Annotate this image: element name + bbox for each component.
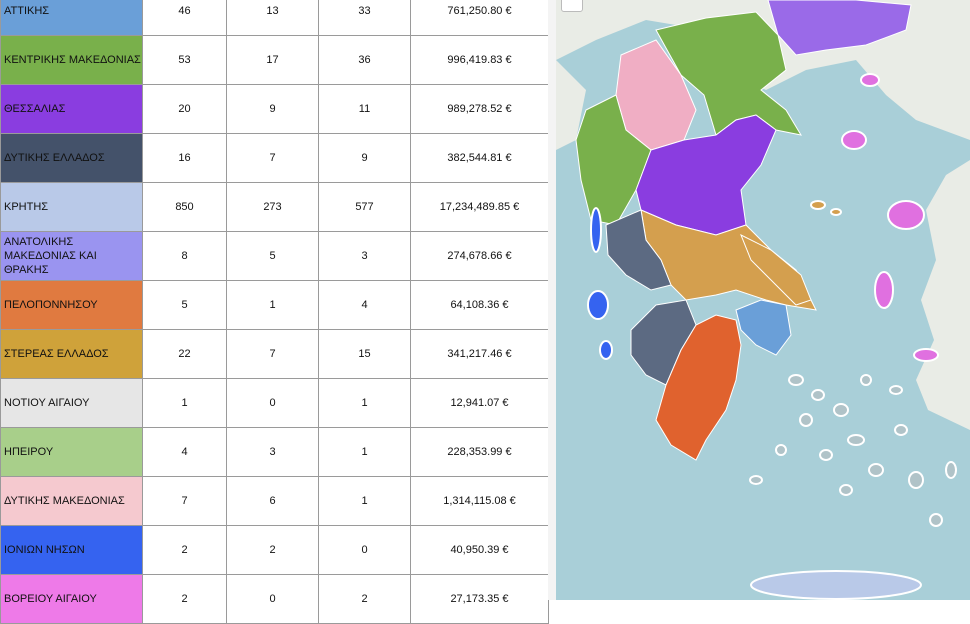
total-cell: 1 xyxy=(142,378,227,428)
count-a-cell: 0 xyxy=(226,378,319,428)
count-a-cell: 9 xyxy=(226,84,319,134)
table-row: ΚΡΗΤΗΣ 850 273 577 17,234,489.85 € xyxy=(0,182,549,232)
count-a-cell: 2 xyxy=(226,525,319,575)
count-b-cell: 33 xyxy=(318,0,411,36)
island-lemnos xyxy=(841,130,867,150)
region-name-cell: ΘΕΣΣΑΛΙΑΣ xyxy=(0,84,143,134)
amount-cell: 228,353.99 € xyxy=(410,427,549,477)
region-name-cell: ΠΕΛΟΠΟΝΝΗΣΟΥ xyxy=(0,280,143,330)
amount-cell: 17,234,489.85 € xyxy=(410,182,549,232)
table-row: ΚΕΝΤΡΙΚΗΣ ΜΑΚΕΔΟΝΙΑΣ 53 17 36 996,419.83 € xyxy=(0,35,549,85)
table-row: ΔΥΤΙΚΗΣ ΕΛΛΑΔΟΣ 16 7 9 382,544.81 € xyxy=(0,133,549,183)
amount-cell: 274,678.66 € xyxy=(410,231,549,281)
total-cell: 2 xyxy=(142,574,227,624)
region-attica xyxy=(735,299,792,356)
region-name-cell: ΑΝΑΤΟΛΙΚΗΣ ΜΑΚΕΔΟΝΙΑΣ ΚΑΙ ΘΡΑΚΗΣ xyxy=(0,231,143,281)
total-cell: 46 xyxy=(142,0,227,36)
count-a-cell: 1 xyxy=(226,280,319,330)
region-name-cell: ΚΡΗΤΗΣ xyxy=(0,182,143,232)
count-a-cell: 273 xyxy=(226,182,319,232)
count-b-cell: 36 xyxy=(318,35,411,85)
count-b-cell: 4 xyxy=(318,280,411,330)
amount-cell: 64,108.36 € xyxy=(410,280,549,330)
count-a-cell: 0 xyxy=(226,574,319,624)
island-samos xyxy=(913,348,939,362)
count-b-cell: 1 xyxy=(318,427,411,477)
total-cell: 22 xyxy=(142,329,227,379)
count-b-cell: 3 xyxy=(318,231,411,281)
total-cell: 5 xyxy=(142,280,227,330)
map-zoom-out-button[interactable]: − xyxy=(561,0,583,12)
regions-table-container: ΑΤΤΙΚΗΣ 46 13 33 761,250.80 € ΚΕΝΤΡΙΚΗΣ ΜΑΚΕΔ… xyxy=(0,0,549,624)
count-a-cell: 3 xyxy=(226,427,319,477)
region-name-cell: ΔΥΤΙΚΗΣ ΕΛΛΑΔΟΣ xyxy=(0,133,143,183)
count-a-cell: 7 xyxy=(226,133,319,183)
table-row: ΙΟΝΙΩΝ ΝΗΣΩΝ 2 2 0 40,950.39 € xyxy=(0,525,549,575)
total-cell: 2 xyxy=(142,525,227,575)
total-cell: 8 xyxy=(142,231,227,281)
total-cell: 20 xyxy=(142,84,227,134)
amount-cell: 27,173.35 € xyxy=(410,574,549,624)
count-b-cell: 0 xyxy=(318,525,411,575)
island-samothrace xyxy=(860,73,880,87)
count-a-cell: 7 xyxy=(226,329,319,379)
amount-cell: 1,314,115.08 € xyxy=(410,476,549,526)
amount-cell: 382,544.81 € xyxy=(410,133,549,183)
count-a-cell: 5 xyxy=(226,231,319,281)
region-name-cell: ΝΟΤΙΟΥ ΑΙΓΑΙΟΥ xyxy=(0,378,143,428)
table-row: ΝΟΤΙΟΥ ΑΙΓΑΙΟΥ 1 0 1 12,941.07 € xyxy=(0,378,549,428)
amount-cell: 989,278.52 € xyxy=(410,84,549,134)
total-cell: 53 xyxy=(142,35,227,85)
island-zakynthos xyxy=(599,340,613,360)
region-name-cell: ΙΟΝΙΩΝ ΝΗΣΩΝ xyxy=(0,525,143,575)
table-row: ΗΠΕΙΡΟΥ 4 3 1 228,353.99 € xyxy=(0,427,549,477)
amount-cell: 12,941.07 € xyxy=(410,378,549,428)
total-cell: 850 xyxy=(142,182,227,232)
table-row: ΒΟΡΕΙΟΥ ΑΙΓΑΙΟΥ 2 0 2 27,173.35 € xyxy=(0,574,549,624)
table-row: ΠΕΛΟΠΟΝΝΗΣΟΥ 5 1 4 64,108.36 € xyxy=(0,280,549,330)
island-crete xyxy=(750,570,922,600)
amount-cell: 341,217.46 € xyxy=(410,329,549,379)
greece-map[interactable] xyxy=(556,0,970,600)
amount-cell: 761,250.80 € xyxy=(410,0,549,36)
count-b-cell: 577 xyxy=(318,182,411,232)
count-b-cell: 1 xyxy=(318,476,411,526)
amount-cell: 40,950.39 € xyxy=(410,525,549,575)
total-cell: 16 xyxy=(142,133,227,183)
count-b-cell: 11 xyxy=(318,84,411,134)
land-turkey-coast xyxy=(916,160,970,430)
sporades-islands xyxy=(810,200,842,216)
count-b-cell: 15 xyxy=(318,329,411,379)
island-chios xyxy=(874,271,894,309)
regions-table: ΑΤΤΙΚΗΣ 46 13 33 761,250.80 € ΚΕΝΤΡΙΚΗΣ ΜΑΚΕΔ… xyxy=(0,0,549,624)
island-lesvos xyxy=(887,200,925,230)
region-name-cell: ΑΤΤΙΚΗΣ xyxy=(0,0,143,36)
island-corfu xyxy=(590,207,602,253)
region-name-cell: ΔΥΤΙΚΗΣ ΜΑΚΕΔΟΝΙΑΣ xyxy=(0,476,143,526)
table-row: ΘΕΣΣΑΛΙΑΣ 20 9 11 989,278.52 € xyxy=(0,84,549,134)
table-row: ΔΥΤΙΚΗΣ ΜΑΚΕΔΟΝΙΑΣ 7 6 1 1,314,115.08 € xyxy=(0,476,549,526)
count-b-cell: 9 xyxy=(318,133,411,183)
panel-divider xyxy=(548,0,556,600)
region-name-cell: ΣΤΕΡΕΑΣ ΕΛΛΑΔΟΣ xyxy=(0,329,143,379)
table-row: ΣΤΕΡΕΑΣ ΕΛΛΑΔΟΣ 22 7 15 341,217.46 € xyxy=(0,329,549,379)
count-b-cell: 2 xyxy=(318,574,411,624)
amount-cell: 996,419.83 € xyxy=(410,35,549,85)
table-row: ΑΤΤΙΚΗΣ 46 13 33 761,250.80 € xyxy=(0,0,549,36)
count-a-cell: 13 xyxy=(226,0,319,36)
map-canvas[interactable] xyxy=(556,0,970,600)
total-cell: 4 xyxy=(142,427,227,477)
region-name-cell: ΚΕΝΤΡΙΚΗΣ ΜΑΚΕΔΟΝΙΑΣ xyxy=(0,35,143,85)
region-name-cell: ΒΟΡΕΙΟΥ ΑΙΓΑΙΟΥ xyxy=(0,574,143,624)
region-name-cell: ΗΠΕΙΡΟΥ xyxy=(0,427,143,477)
count-a-cell: 17 xyxy=(226,35,319,85)
count-b-cell: 1 xyxy=(318,378,411,428)
table-row: ΑΝΑΤΟΛΙΚΗΣ ΜΑΚΕΔΟΝΙΑΣ ΚΑΙ ΘΡΑΚΗΣ 8 5 3 274,6… xyxy=(0,231,549,281)
count-a-cell: 6 xyxy=(226,476,319,526)
regions-table-body: ΑΤΤΙΚΗΣ 46 13 33 761,250.80 € ΚΕΝΤΡΙΚΗΣ ΜΑΚΕΔ… xyxy=(0,0,549,624)
island-kefalonia xyxy=(587,290,609,320)
total-cell: 7 xyxy=(142,476,227,526)
